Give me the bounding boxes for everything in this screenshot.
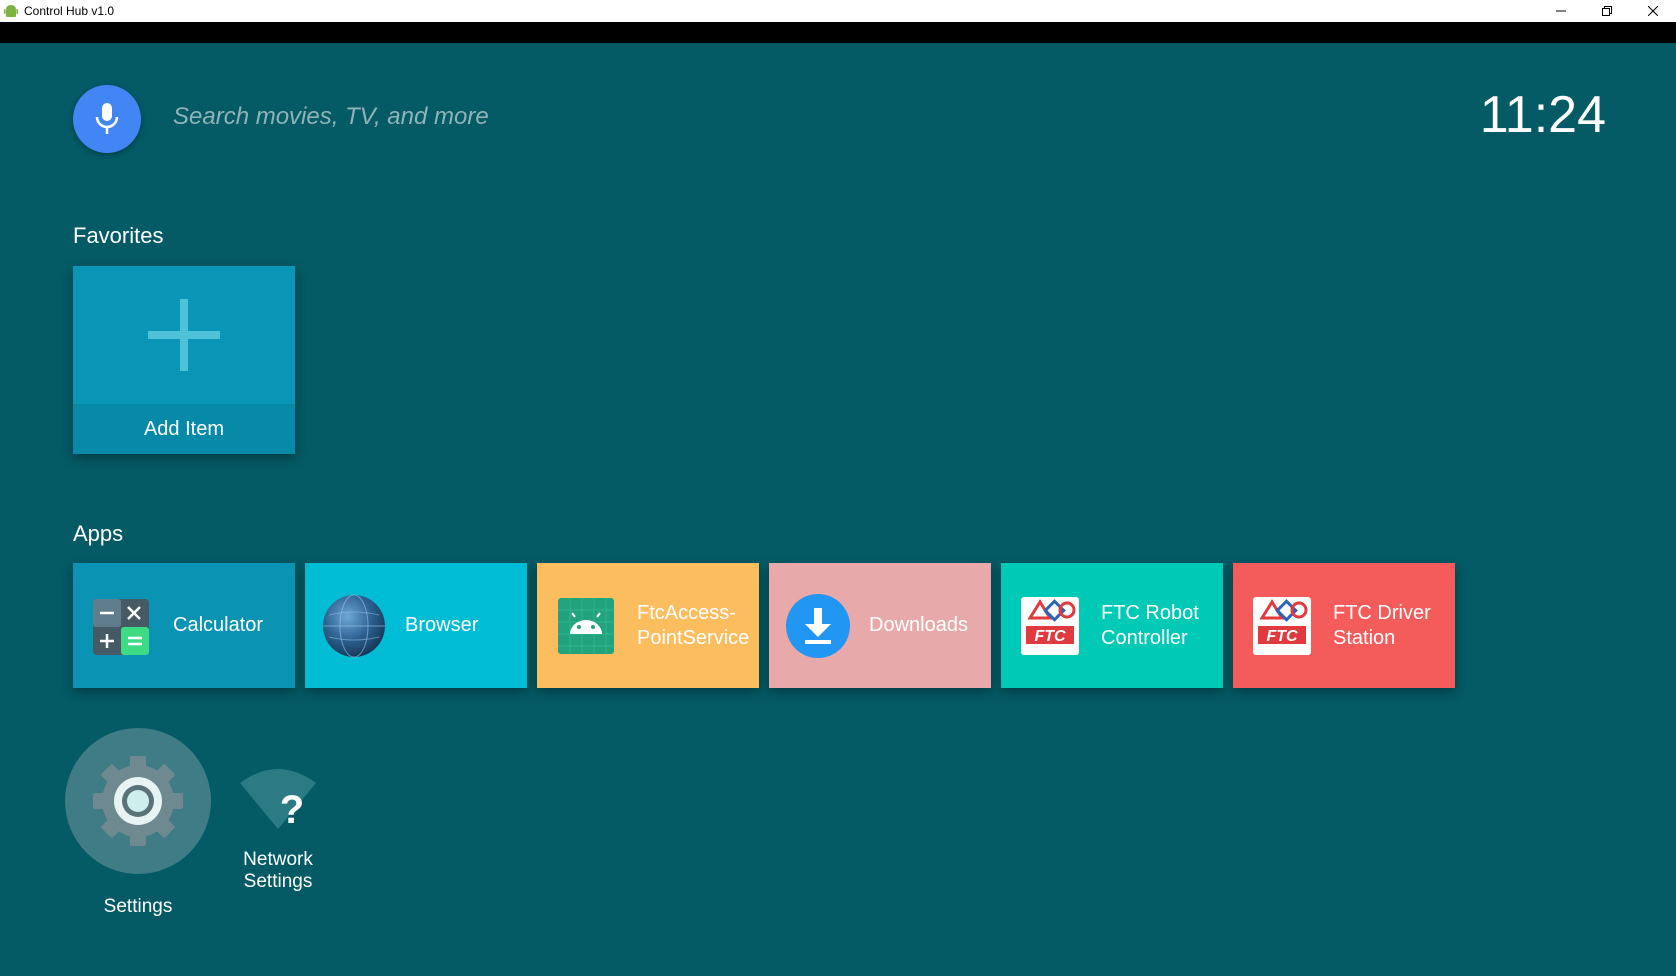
- tv-home-screen: Search movies, TV, and more 11:24 Favori…: [0, 43, 1676, 976]
- clock: 11:24: [1479, 86, 1606, 144]
- app-label-line-1: FTC Robot: [1101, 601, 1199, 624]
- network-settings-line-1: Network: [243, 849, 313, 870]
- ftc-logo-icon: FTC: [1249, 593, 1315, 659]
- window-border-bar: [0, 22, 1676, 43]
- minimize-button[interactable]: [1538, 0, 1584, 22]
- mic-icon: [95, 103, 119, 134]
- add-item-tile[interactable]: Add Item: [73, 266, 295, 454]
- settings-label: Settings: [103, 896, 173, 917]
- globe-icon: [321, 593, 387, 659]
- app-tile-ftcaccesspointservice[interactable]: FtcAccess- PointService: [537, 563, 759, 688]
- app-tile-calculator[interactable]: Calculator: [73, 563, 295, 688]
- app-label-line-2: PointService: [637, 626, 750, 649]
- download-icon: [785, 593, 851, 659]
- app-tile-downloads[interactable]: Downloads: [769, 563, 991, 688]
- plus-icon: [148, 299, 220, 371]
- app-label-ftc-robot-controller: FTC Robot Controller: [1101, 601, 1199, 651]
- network-settings-label: Network Settings: [243, 849, 313, 893]
- restore-icon: [1602, 6, 1612, 16]
- svg-text:?: ?: [280, 788, 304, 832]
- app-label-browser: Browser: [405, 614, 479, 636]
- close-button[interactable]: [1630, 0, 1676, 22]
- window-titlebar: Control Hub v1.0: [0, 0, 1676, 22]
- voice-search-button[interactable]: [73, 85, 141, 153]
- app-tile-browser[interactable]: Browser: [305, 563, 527, 688]
- search-input[interactable]: Search movies, TV, and more: [173, 103, 489, 131]
- calculator-icon: [89, 593, 155, 659]
- window-title: Control Hub v1.0: [24, 4, 115, 18]
- wifi-question-icon: ?: [236, 763, 320, 835]
- network-settings-line-2: Settings: [243, 871, 313, 892]
- apps-heading: Apps: [73, 521, 124, 546]
- svg-text:FTC: FTC: [1266, 628, 1298, 645]
- android-icon: [553, 593, 619, 659]
- app-label-ftc-driver-station: FTC Driver Station: [1333, 601, 1431, 651]
- app-label-line-2: Controller: [1101, 626, 1188, 649]
- app-label-calculator: Calculator: [173, 614, 264, 636]
- app-tile-ftc-robot-controller[interactable]: FTC FTC Robot Controller: [1001, 563, 1223, 688]
- ftc-logo-icon: FTC: [1017, 593, 1083, 659]
- minimize-icon: [1556, 10, 1566, 12]
- restore-button[interactable]: [1584, 0, 1630, 22]
- app-label-ftcaccesspointservice: FtcAccess- PointService: [637, 601, 749, 651]
- app-label-line-1: FtcAccess-: [637, 601, 736, 624]
- app-tile-ftc-driver-station[interactable]: FTC FTC Driver Station: [1233, 563, 1455, 688]
- gear-icon: [65, 728, 211, 874]
- svg-text:FTC: FTC: [1034, 628, 1066, 645]
- app-label-line-2: Station: [1333, 626, 1396, 649]
- network-settings-button[interactable]: ? Network Settings: [228, 763, 328, 893]
- app-label-line-1: FTC Driver: [1333, 601, 1431, 624]
- favorites-heading: Favorites: [73, 223, 164, 248]
- android-app-icon: [4, 5, 18, 17]
- close-icon: [1648, 6, 1658, 16]
- settings-button[interactable]: Settings: [64, 728, 212, 918]
- app-label-downloads: Downloads: [869, 614, 968, 636]
- add-item-label: Add Item: [73, 404, 295, 454]
